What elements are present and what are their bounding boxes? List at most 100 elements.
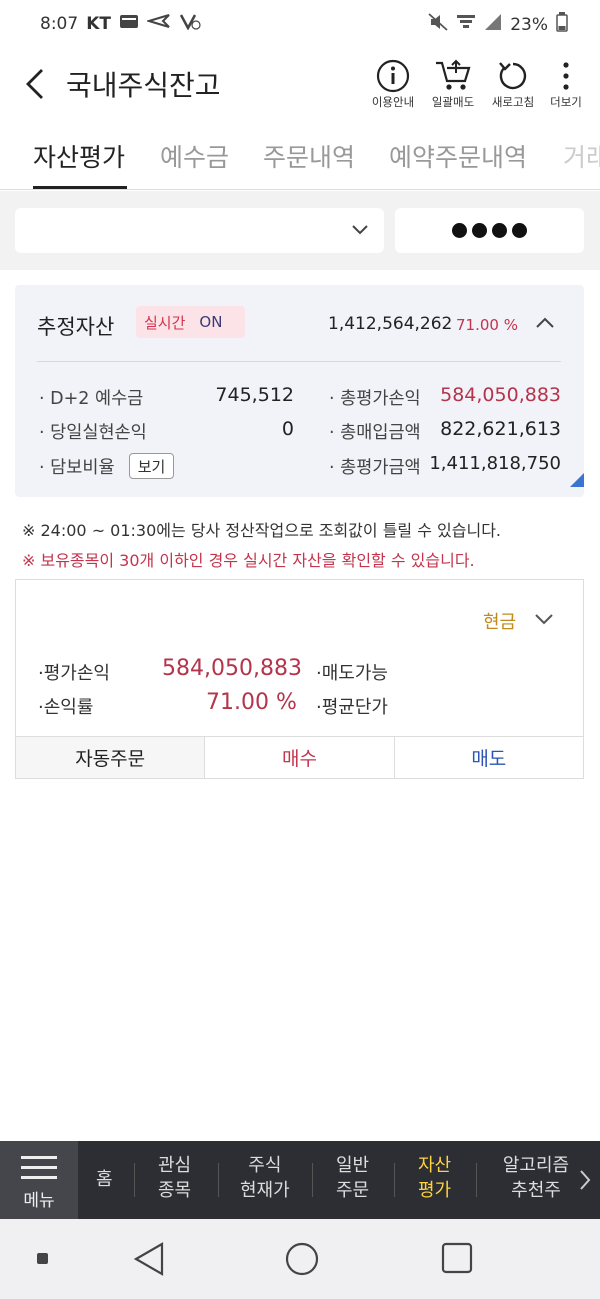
collateral-view-button[interactable]: 보기: [129, 453, 174, 479]
notice-settlement: ※ 24:00 ~ 01:30에는 당사 정산작업으로 조회값이 틀릴 수 있습…: [22, 521, 502, 540]
nav-divider: [134, 1163, 135, 1197]
deposit-d2-value: 745,512: [215, 384, 294, 406]
app-header: 국내주식잔고 이용안내 일괄매도 새로고침 더보기: [0, 44, 600, 122]
more-icon: [531, 58, 600, 94]
notice-realtime-limit: ※ 보유종목이 30개 이하인 경우 실시간 자산을 확인할 수 있습니다.: [22, 551, 475, 570]
more-label: 더보기: [550, 95, 582, 109]
tab-transactions[interactable]: 거래: [563, 138, 600, 174]
password-dot: [472, 223, 487, 238]
total-purchase-label: · 총매입금액: [329, 423, 421, 443]
battery-icon: [556, 12, 568, 37]
system-nav-bar: [0, 1219, 600, 1299]
collateral-ratio-label: · 담보비율: [39, 458, 115, 478]
tab-active-indicator: [33, 186, 127, 189]
holding-card: 현금 ·평가손익 584,050,883 ·매도가능 ·손익률 71.00 % …: [15, 579, 584, 779]
estimated-assets-card: 추정자산 실시간 ON 1,412,564,262 71.00 % · D+2 …: [15, 285, 584, 497]
tab-deposit[interactable]: 예수금: [160, 138, 229, 174]
home-circle-icon[interactable]: [284, 1241, 320, 1277]
avg-price-label: ·평균단가: [316, 697, 388, 718]
wifi-icon: [456, 13, 476, 36]
rate-label: ·손익률: [38, 697, 94, 718]
nav-home[interactable]: 홈: [96, 1167, 113, 1192]
wallet-icon: [119, 13, 139, 34]
nav-divider: [312, 1163, 313, 1197]
nav-general-order[interactable]: 일반 주문: [336, 1153, 369, 1203]
tab-asset-eval[interactable]: 자산평가: [33, 138, 125, 174]
status-bar: 8:07 KT 23%: [0, 0, 600, 44]
chevron-right-icon[interactable]: [578, 1169, 592, 1191]
carrier: KT: [86, 13, 111, 34]
nav-asset-line1: 자산: [418, 1155, 452, 1176]
asset-total: 1,412,564,262: [328, 314, 453, 334]
nav-order-line1: 일반: [336, 1155, 370, 1176]
sell-button[interactable]: 매도: [394, 737, 583, 778]
menu-label: 메뉴: [23, 1191, 55, 1211]
recent-apps-icon[interactable]: [440, 1241, 474, 1275]
auto-order-button[interactable]: 자동주문: [16, 737, 206, 778]
nav-watchlist-line2: 종목: [158, 1180, 192, 1201]
asset-rate: 71.00 %: [456, 316, 518, 334]
nav-algorithm[interactable]: 알고리즘 추천주: [500, 1153, 572, 1203]
bottom-nav: 메뉴 홈 관심 종목 주식 현재가 일반 주문 자산 평가 알고리즘 추천주: [0, 1141, 600, 1219]
password-dot: [492, 223, 507, 238]
sellable-label: ·매도가능: [316, 663, 388, 684]
nav-asset-line2: 평가: [418, 1180, 452, 1201]
v-notification-icon: [179, 12, 201, 35]
eval-pl-label: ·평가손익: [38, 663, 110, 684]
total-eval-amount-value: 1,411,818,750: [429, 453, 561, 474]
collapse-icon[interactable]: [535, 315, 555, 329]
nav-home-label: 홈: [96, 1169, 113, 1190]
menu-button[interactable]: 메뉴: [0, 1141, 78, 1219]
nav-watchlist-line1: 관심: [158, 1155, 192, 1176]
back-triangle-icon[interactable]: [132, 1241, 166, 1277]
total-purchase-value: 822,621,613: [440, 418, 561, 440]
back-icon[interactable]: [22, 64, 50, 104]
mute-icon: [428, 13, 448, 36]
account-select[interactable]: [15, 208, 384, 253]
deposit-d2-label: · D+2 예수금: [39, 389, 144, 409]
tab-reserved-orders[interactable]: 예약주문내역: [389, 138, 527, 174]
buy-button[interactable]: 매수: [205, 737, 395, 778]
password-dot: [512, 223, 527, 238]
battery-text: 23%: [510, 14, 548, 35]
realized-pl-value: 0: [281, 418, 294, 440]
eval-pl-value: 584,050,883: [162, 656, 302, 681]
total-eval-pl-label: · 총평가손익: [329, 389, 421, 409]
nav-watchlist[interactable]: 관심 종목: [158, 1153, 191, 1203]
nav-price-line2: 현재가: [240, 1180, 290, 1201]
total-eval-amount-label: · 총평가금액: [329, 458, 421, 478]
page-title: 국내주식잔고: [66, 69, 221, 102]
hamburger-icon: [21, 1156, 57, 1179]
tab-bar: 자산평가 예수금 주문내역 예약주문내역 거래: [0, 122, 600, 190]
nav-order-line2: 주문: [336, 1180, 370, 1201]
holding-type[interactable]: 현금: [483, 608, 516, 634]
nav-asset-eval[interactable]: 자산 평가: [418, 1153, 451, 1203]
nav-divider: [218, 1163, 219, 1197]
nav-current-price[interactable]: 주식 현재가: [240, 1153, 290, 1203]
nav-divider: [476, 1163, 477, 1197]
recents-dot-icon[interactable]: [37, 1253, 48, 1264]
password-field[interactable]: [395, 208, 584, 253]
chevron-down-icon[interactable]: [534, 612, 554, 626]
rate-value: 71.00 %: [206, 690, 297, 715]
password-dot: [452, 223, 467, 238]
nav-algo-line2: 추천주: [511, 1180, 561, 1201]
realtime-label: 실시간: [144, 313, 186, 332]
nav-algo-line1: 알고리즘: [502, 1155, 570, 1176]
total-eval-pl-value: 584,050,883: [440, 384, 561, 406]
tab-order-history[interactable]: 주문내역: [263, 138, 355, 174]
realtime-toggle[interactable]: 실시간 ON: [136, 306, 245, 338]
expand-corner-icon: [570, 473, 584, 487]
chevron-down-icon: [352, 225, 368, 235]
more-button[interactable]: 더보기: [531, 58, 600, 110]
clock: 8:07: [40, 13, 79, 34]
order-actions: 자동주문 매수 매도: [16, 736, 583, 778]
account-filter: [0, 191, 600, 270]
asset-title: 추정자산: [37, 315, 115, 339]
realtime-state: ON: [199, 313, 223, 331]
nav-price-line1: 주식: [248, 1155, 282, 1176]
signal-icon: [484, 13, 502, 36]
divider: [37, 361, 561, 362]
nav-divider: [394, 1163, 395, 1197]
realized-pl-label: · 당일실현손익: [39, 423, 147, 443]
